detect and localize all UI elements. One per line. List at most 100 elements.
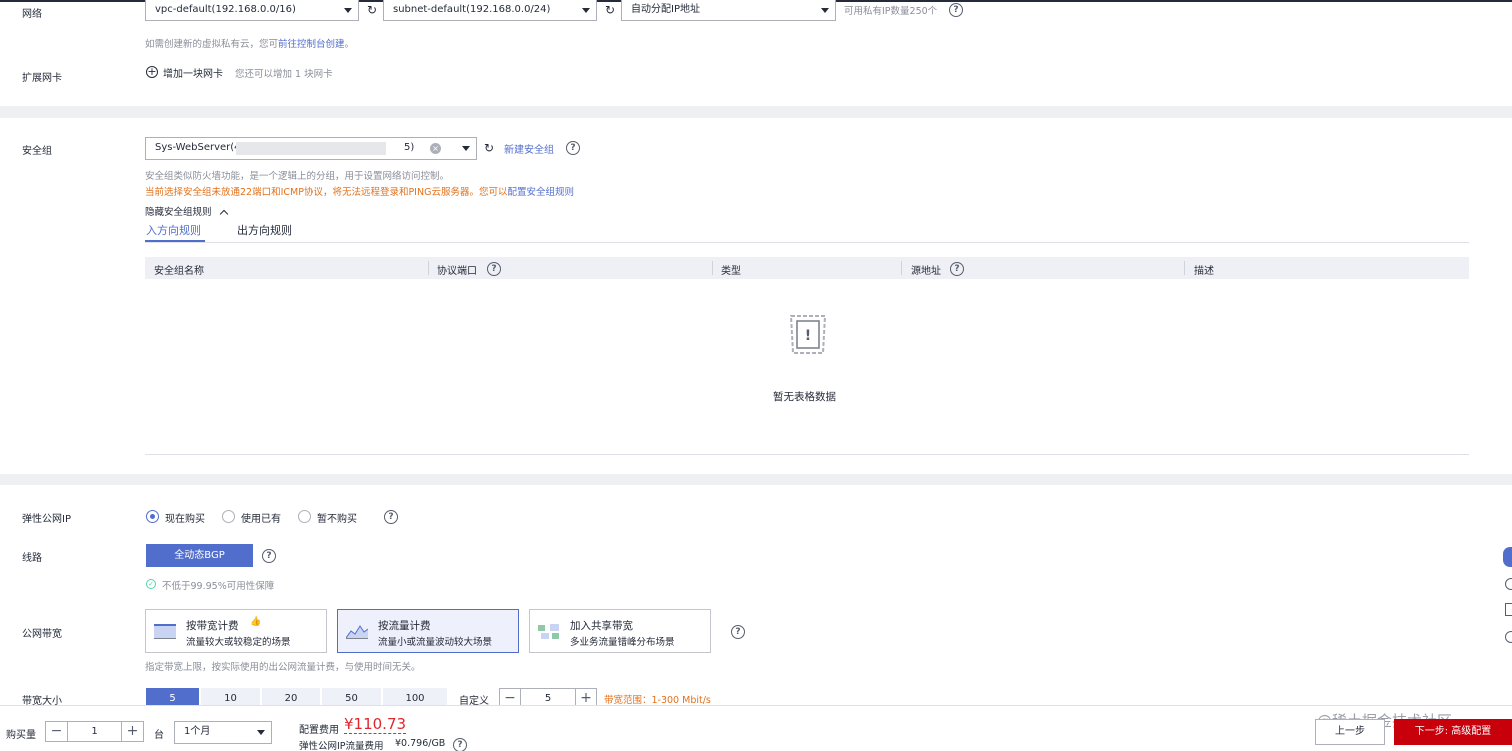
thumbs-up-icon: 👍	[250, 617, 262, 627]
radio-use-existing-label[interactable]: 使用已有	[241, 510, 281, 525]
subnet-select[interactable]: subnet-default(192.168.0.0/24)	[383, 0, 597, 21]
help-icon[interactable]: ?	[950, 262, 964, 276]
bgp-line-button[interactable]: 全动态BGP	[146, 544, 253, 567]
security-group-label: 安全组	[22, 146, 52, 157]
card-desc: 流量小或流量波动较大场景	[378, 637, 493, 648]
column-divider	[428, 261, 429, 275]
card-title: 按流量计费	[378, 620, 431, 632]
security-group-card: 安全组 Sys-WebServer(4 5) × ↻ 新建安全组 ? 安全组类似…	[0, 118, 1512, 474]
refresh-icon[interactable]: ↻	[605, 3, 615, 17]
nic-remaining: 您还可以增加 1 块网卡	[235, 69, 333, 80]
network-label: 网络	[22, 9, 42, 20]
document-icon[interactable]	[1505, 603, 1512, 616]
radio-use-existing[interactable]	[222, 510, 235, 523]
column-divider	[1184, 261, 1185, 275]
plus-circle-icon[interactable]: +	[146, 66, 158, 78]
security-group-value-tail: 5)	[404, 142, 415, 153]
radio-buy-now-label[interactable]: 现在购买	[165, 510, 205, 525]
help-icon[interactable]	[1505, 631, 1512, 643]
help-icon[interactable]: ?	[487, 262, 501, 276]
card-title: 加入共享带宽	[570, 620, 633, 632]
quantity-label: 购买量	[6, 730, 36, 741]
card-desc: 流量较大或较稳定的场景	[186, 637, 291, 648]
radio-not-buy-label[interactable]: 暂不购买	[317, 510, 357, 525]
new-security-group-link[interactable]: 新建安全组	[504, 141, 554, 156]
column-header: 类型	[721, 266, 741, 277]
traffic-fee-price: ¥0.796/GB	[395, 738, 446, 749]
help-icon[interactable]: ?	[949, 3, 963, 17]
column-header: 源地址	[911, 266, 941, 277]
quantity-input[interactable]: 1	[67, 721, 122, 742]
chevron-up-icon	[219, 209, 228, 219]
network-card: 网络 vpc-default(192.168.0.0/16) ↻ subnet-…	[0, 0, 1512, 106]
next-step-button[interactable]: 下一步: 高级配置	[1394, 719, 1512, 745]
refresh-icon[interactable]: ↻	[367, 3, 377, 17]
duration-select[interactable]: 1个月	[174, 721, 272, 744]
billing-by-traffic-card[interactable]: 按流量计费 流量小或流量波动较大场景	[337, 609, 519, 653]
availability-guarantee: 不低于99.95%可用性保障	[162, 581, 275, 592]
tab-divider	[145, 242, 1469, 243]
vpc-select[interactable]: vpc-default(192.168.0.0/16)	[145, 0, 359, 21]
blurred-region	[236, 142, 386, 155]
vpc-hint-text: 如需创建新的虚拟私有云，您可	[145, 39, 279, 50]
prev-step-button[interactable]: 上一步	[1315, 719, 1385, 745]
security-group-desc: 安全组类似防火墙功能，是一个逻辑上的分组，用于设置网络访问控制。	[145, 171, 450, 182]
radio-buy-now[interactable]	[146, 510, 159, 523]
help-icon[interactable]: ?	[566, 141, 580, 155]
vpc-value: vpc-default(192.168.0.0/16)	[155, 4, 296, 15]
quantity-unit: 台	[154, 730, 164, 741]
tab-inbound[interactable]: 入方向规则	[146, 222, 201, 238]
chevron-down-icon	[344, 8, 352, 13]
shared-bandwidth-card[interactable]: 加入共享带宽 多业务流量错峰分布场景	[529, 609, 711, 653]
card-title: 按带宽计费	[186, 620, 239, 632]
traffic-chart-icon	[346, 625, 368, 639]
security-group-value: Sys-WebServer(4	[155, 142, 241, 153]
warning-text: 当前选择安全组未放通22端口和ICMP协议，将无法远程登录和PING云服务器。您…	[145, 187, 508, 198]
radio-not-buy[interactable]	[298, 510, 311, 523]
bandwidth-note: 指定带宽上限，按实际使用的出公网流量计费，与使用时间无关。	[145, 662, 421, 673]
available-ip-count: 可用私有IP数量250个	[844, 6, 938, 17]
traffic-fee-label: 弹性公网IP流量费用	[299, 741, 384, 751]
ip-assign-select[interactable]: 自动分配IP地址	[621, 0, 836, 21]
chevron-down-icon	[257, 730, 265, 735]
clock-icon[interactable]	[1505, 578, 1512, 590]
help-icon[interactable]: ?	[384, 510, 398, 524]
tab-outbound[interactable]: 出方向规则	[237, 222, 292, 238]
billing-by-bandwidth-card[interactable]: 按带宽计费 👍 流量较大或较稳定的场景	[145, 609, 327, 653]
security-group-warning: 当前选择安全组未放通22端口和ICMP协议，将无法远程登录和PING云服务器。您…	[145, 184, 574, 198]
hide-rules-toggle[interactable]: 隐藏安全组规则	[145, 204, 228, 219]
clear-icon[interactable]: ×	[430, 143, 441, 154]
create-vpc-link[interactable]: 前往控制台创建	[278, 39, 345, 50]
quantity-decrement-button[interactable]: −	[45, 721, 68, 742]
rules-table-header	[145, 257, 1469, 279]
help-icon[interactable]: ?	[731, 625, 745, 639]
help-icon[interactable]: ?	[453, 738, 467, 751]
nic-label: 扩展网卡	[22, 73, 62, 84]
total-price[interactable]: ¥110.73	[344, 715, 407, 734]
vpc-hint-suffix: 。	[344, 39, 355, 50]
vpc-hint: 如需创建新的虚拟私有云，您可前往控制台创建。	[145, 36, 354, 50]
security-group-select[interactable]: Sys-WebServer(4 5) ×	[145, 137, 477, 160]
add-nic-button[interactable]: 增加一块网卡	[163, 65, 223, 80]
chevron-down-icon	[582, 8, 590, 13]
subnet-value: subnet-default(192.168.0.0/24)	[393, 4, 551, 15]
ip-assign-value: 自动分配IP地址	[631, 4, 700, 15]
column-divider	[901, 261, 902, 275]
bandwidth-range: 带宽范围：1-300 Mbit/s	[604, 695, 711, 706]
card-desc: 多业务流量错峰分布场景	[570, 637, 675, 648]
quantity-increment-button[interactable]: +	[121, 721, 144, 742]
shared-bandwidth-icon	[538, 624, 559, 639]
column-header: 协议端口	[437, 266, 477, 277]
chat-icon[interactable]	[1503, 547, 1512, 567]
table-bottom-border	[145, 454, 1469, 455]
line-label: 线路	[22, 553, 42, 564]
check-circle-icon: ✓	[146, 579, 156, 589]
column-header: 描述	[1194, 266, 1214, 277]
chevron-down-icon	[821, 8, 829, 13]
configure-rules-link[interactable]: 配置安全组规则	[507, 187, 574, 198]
bandwidth-label: 公网带宽	[22, 629, 62, 640]
hide-rules-label: 隐藏安全组规则	[145, 207, 212, 218]
refresh-icon[interactable]: ↻	[484, 141, 494, 155]
eip-label: 弹性公网IP	[22, 514, 71, 525]
help-icon[interactable]: ?	[262, 549, 276, 563]
